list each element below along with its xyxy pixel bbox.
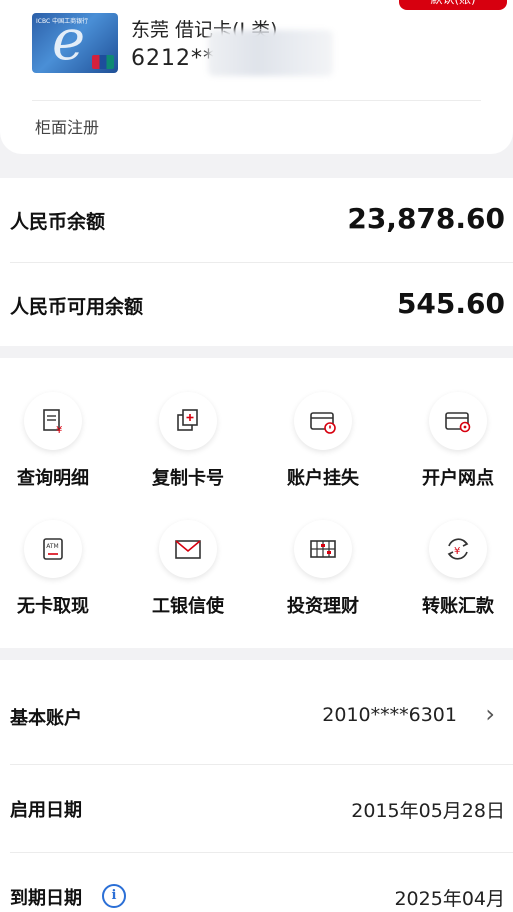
action-label: 投资理财: [287, 596, 359, 617]
transfer-icon: ¥: [429, 520, 487, 578]
action-label: 开户网点: [422, 468, 494, 489]
card-summary: ICBC 中国工商银行 e 东莞 借记卡(I 类) 6212** 默认(账) 柜…: [0, 0, 513, 154]
divider: [32, 100, 481, 101]
expiry-date-value: 2025年04月: [394, 888, 505, 910]
abacus-icon: [294, 520, 352, 578]
action-label: 复制卡号: [152, 468, 224, 489]
unionpay-logo: [92, 55, 114, 69]
divider: [10, 852, 513, 853]
rmb-available-value: 545.60: [396, 287, 505, 320]
action-messenger[interactable]: 工银信使: [128, 520, 248, 618]
statement-icon: ¥: [24, 392, 82, 450]
atm-icon: ATM: [24, 520, 82, 578]
basic-account-label: 基本账户: [10, 708, 82, 729]
copy-icon: [159, 392, 217, 450]
card-number: 6212**: [131, 46, 215, 71]
card-location-icon: [429, 392, 487, 450]
action-cardless-withdrawal[interactable]: ATM 无卡取现: [0, 520, 113, 618]
action-label: 无卡取现: [17, 596, 89, 617]
start-date-label: 启用日期: [10, 800, 82, 821]
action-label: 查询明细: [17, 468, 89, 489]
e-logo: e: [52, 13, 86, 73]
divider: [10, 764, 513, 765]
envelope-icon: [159, 520, 217, 578]
bank-card-image: ICBC 中国工商银行 e: [32, 13, 118, 73]
chevron-right-icon: ›: [485, 700, 495, 728]
action-label: 账户挂失: [287, 468, 359, 489]
action-transfer[interactable]: ¥ 转账汇款: [398, 520, 513, 618]
rmb-balance-value: 23,878.60: [347, 202, 505, 235]
divider: [10, 262, 513, 263]
card-lost-icon: [294, 392, 352, 450]
default-badge: 默认(账): [399, 0, 507, 10]
rmb-available-label: 人民币可用余额: [10, 296, 144, 318]
action-investment[interactable]: 投资理财: [263, 520, 383, 618]
svg-text:¥: ¥: [454, 546, 460, 557]
action-copy-card-number[interactable]: 复制卡号: [128, 392, 248, 490]
action-label: 工银信使: [152, 596, 224, 617]
expiry-date-label: 到期日期: [10, 888, 82, 909]
start-date-value: 2015年05月28日: [351, 800, 505, 822]
svg-text:¥: ¥: [56, 425, 62, 435]
basic-account-value: 2010****6301: [322, 704, 457, 726]
rmb-balance-label: 人民币余额: [10, 211, 106, 233]
action-statement[interactable]: ¥ 查询明细: [0, 392, 113, 490]
balance-section: 人民币余额 23,878.60 人民币可用余额 545.60: [0, 178, 513, 346]
action-label: 转账汇款: [422, 596, 494, 617]
registration-channel: 柜面注册: [35, 118, 100, 137]
action-branch[interactable]: 开户网点: [398, 392, 513, 490]
svg-text:ATM: ATM: [46, 543, 58, 550]
info-icon[interactable]: i: [102, 884, 126, 908]
account-info-section: 基本账户 2010****6301 › 启用日期 2015年05月28日 到期日…: [0, 660, 513, 912]
action-report-loss[interactable]: 账户挂失: [263, 392, 383, 490]
action-grid: ¥ 查询明细 复制卡号 账户挂失 开户网点 ATM 无卡取现 工银信使 投资理财…: [0, 358, 513, 648]
masked-region: [208, 30, 333, 76]
